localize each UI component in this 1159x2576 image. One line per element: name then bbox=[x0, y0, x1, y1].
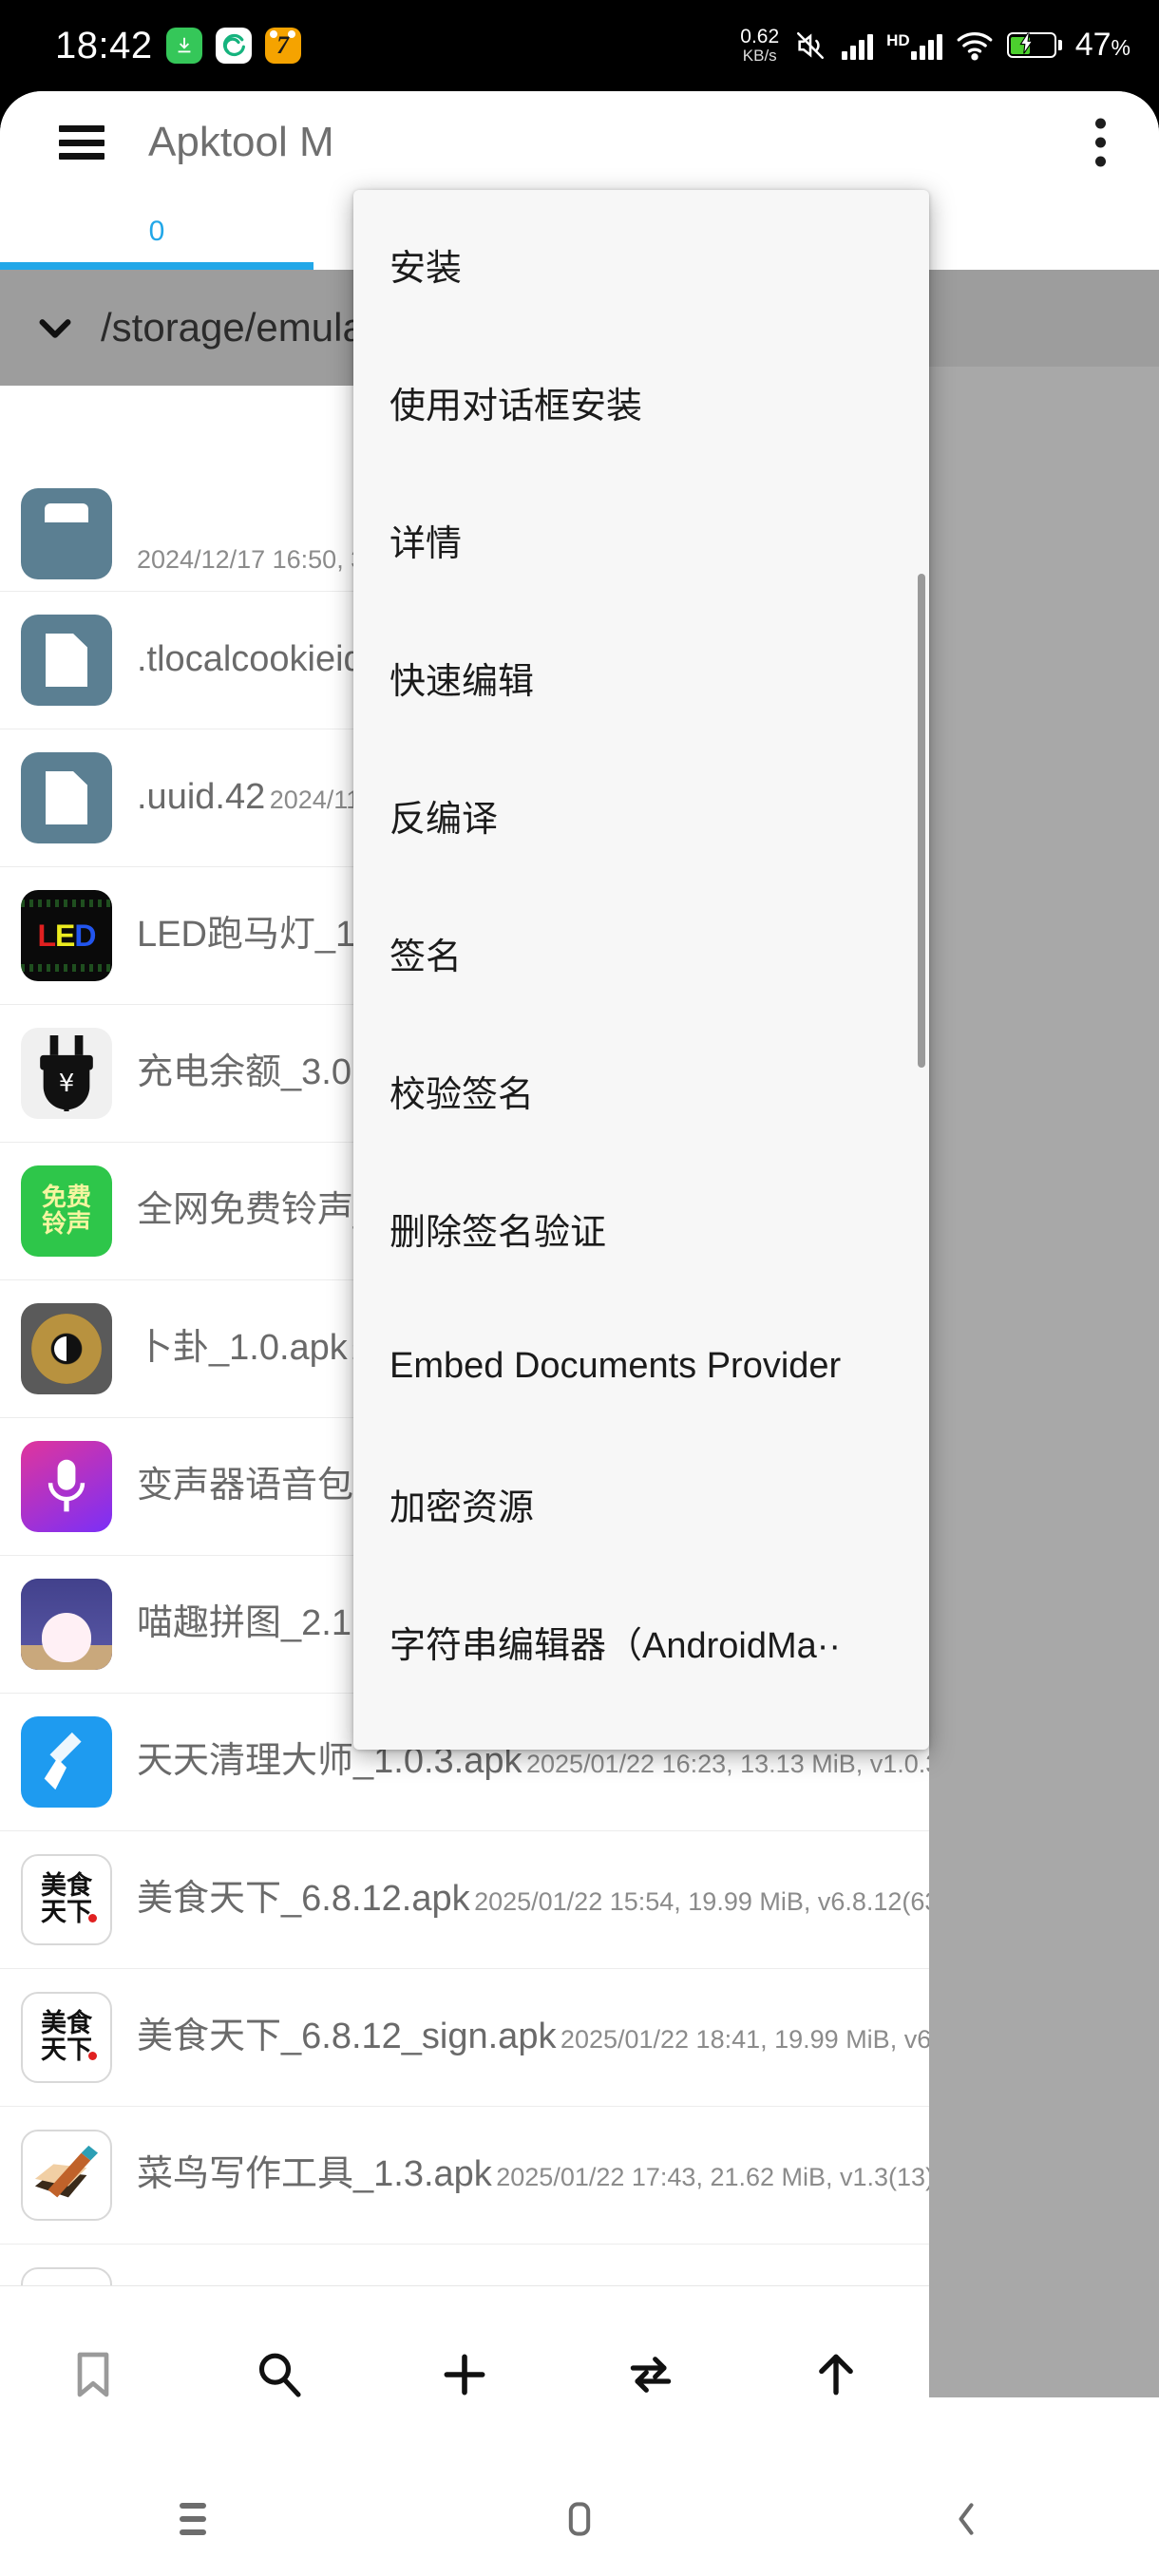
add-icon[interactable] bbox=[371, 2348, 558, 2401]
back-icon[interactable] bbox=[772, 2498, 1159, 2540]
menu-item-embed-documents-provider[interactable]: Embed Documents Provider bbox=[353, 1297, 929, 1435]
hamburger-icon[interactable] bbox=[59, 125, 104, 160]
system-nav-bar bbox=[0, 2462, 1159, 2576]
tab-0[interactable]: 0 bbox=[0, 216, 314, 248]
menu-scrollbar[interactable] bbox=[918, 574, 925, 1068]
context-menu[interactable]: 安装 使用对话框安装 详情 快速编辑 反编译 签名 校验签名 删除签名验证 Em… bbox=[353, 190, 929, 1750]
network-speed-value: 0.62 bbox=[740, 26, 780, 48]
menu-item-remove-sign-verify[interactable]: 删除签名验证 bbox=[353, 1160, 929, 1297]
folder-icon bbox=[21, 488, 112, 579]
menu-item-quick-edit[interactable]: 快速编辑 bbox=[353, 609, 929, 747]
network-speed-unit: KB/s bbox=[742, 47, 777, 66]
home-icon[interactable] bbox=[387, 2498, 773, 2540]
overflow-menu-icon[interactable] bbox=[1095, 118, 1106, 167]
file-name: 卜卦_1.0.apk bbox=[137, 1328, 348, 1369]
search-icon[interactable] bbox=[186, 2348, 372, 2401]
list-item-meta: 美食天下_6.8.12_sign.apk 2025/01/22 18:41, 1… bbox=[137, 2016, 1062, 2059]
phone-screen: 18:42 7 0.62 KB/s HD 47% Apktool M 0 /st… bbox=[0, 0, 1159, 2576]
file-icon bbox=[21, 615, 112, 706]
transfer-icon[interactable] bbox=[558, 2348, 744, 2401]
dim-scrim[interactable] bbox=[929, 367, 1159, 2397]
file-icon bbox=[21, 752, 112, 843]
menu-item-string-editor[interactable]: 字符串编辑器（AndroidMa·· bbox=[353, 1573, 929, 1711]
signal-bars-2-icon bbox=[910, 31, 942, 60]
arrow-up-icon[interactable] bbox=[743, 2348, 929, 2401]
cat-eyes-icon bbox=[265, 30, 301, 38]
battery-tip bbox=[1057, 40, 1062, 51]
meishi-app-icon: 美食 天下 bbox=[21, 1854, 112, 1945]
file-name: 充电余额_3.0.2 bbox=[137, 1052, 382, 1093]
puzzle-cat-app-icon bbox=[21, 1579, 112, 1670]
file-name: 全网免费铃声_ bbox=[137, 1190, 374, 1231]
file-name: .tlocalcookieid bbox=[137, 639, 364, 680]
led-app-icon: LED bbox=[21, 890, 112, 981]
cleaner-app-icon bbox=[21, 1716, 112, 1808]
hd-label: HD bbox=[886, 30, 910, 49]
download-icon bbox=[165, 28, 202, 64]
menu-item-details[interactable]: 详情 bbox=[353, 471, 929, 609]
file-name: 变声器语音包大 bbox=[137, 1466, 390, 1506]
recents-icon[interactable] bbox=[0, 2503, 387, 2535]
file-name: 美食天下_6.8.12_sign.apk bbox=[137, 2017, 557, 2057]
plug-app-icon: ¥ bbox=[21, 1028, 112, 1119]
menu-item-verify-signature[interactable]: 校验签名 bbox=[353, 1022, 929, 1160]
file-sub: 2025/01/22 16:23, 13.13 MiB, v1.0.3(4) bbox=[525, 1750, 972, 1779]
status-bar: 18:42 7 0.62 KB/s HD 47% bbox=[0, 0, 1159, 91]
list-item-meta: 美食天下_6.8.12.apk 2025/01/22 15:54, 19.99 … bbox=[137, 1878, 976, 1922]
menu-item-sign[interactable]: 签名 bbox=[353, 884, 929, 1022]
menu-item-install-dialog[interactable]: 使用对话框安装 bbox=[353, 333, 929, 471]
file-name: 美食天下_6.8.12.apk bbox=[137, 1879, 470, 1920]
network-speed: 0.62 KB/s bbox=[740, 26, 780, 66]
status-clock: 18:42 bbox=[55, 24, 153, 66]
list-item-meta: 2024/12/17 16:50, 33 bbox=[137, 536, 379, 579]
mute-icon bbox=[792, 29, 828, 62]
swirl-icon bbox=[215, 28, 252, 64]
file-name: .uuid.42 bbox=[137, 777, 266, 818]
list-item-meta: 菜鸟写作工具_1.3.apk 2025/01/22 17:43, 21.62 M… bbox=[137, 2153, 934, 2197]
seven-app-icon: 7 bbox=[264, 28, 301, 64]
tab-indicator bbox=[0, 262, 314, 270]
app-bar: Apktool M bbox=[0, 91, 1159, 194]
meishi-app-icon: 美食 天下 bbox=[21, 1992, 112, 2083]
page-title: Apktool M bbox=[148, 119, 334, 165]
menu-item-install[interactable]: 安装 bbox=[353, 196, 929, 333]
svg-text:¥: ¥ bbox=[59, 1070, 75, 1098]
chevron-down-icon[interactable] bbox=[10, 306, 101, 350]
writing-tool-app-icon bbox=[21, 2130, 112, 2221]
file-name: LED跑马灯_1.4 bbox=[137, 915, 386, 956]
menu-item-decompile[interactable]: 反编译 bbox=[353, 747, 929, 884]
signal-bars-icon bbox=[842, 31, 874, 60]
file-sub: 2024/12/17 16:50, 33 bbox=[137, 545, 380, 575]
voice-changer-app-icon bbox=[21, 1441, 112, 1532]
bookmark-icon[interactable] bbox=[0, 2348, 186, 2401]
battery-body bbox=[1006, 31, 1056, 59]
bagua-app-icon bbox=[21, 1303, 112, 1394]
status-bar-left: 18:42 7 bbox=[55, 25, 301, 67]
ringtone-app-icon: 免费 铃声 bbox=[21, 1165, 112, 1257]
file-sub: 2025/01/22 17:43, 21.62 MiB, v1.3(13) bbox=[496, 2163, 935, 2192]
file-name: 喵趣拼图_2.1.0 bbox=[137, 1603, 382, 1644]
charging-bolt-icon bbox=[1017, 31, 1036, 58]
status-bar-right: 0.62 KB/s HD 47% bbox=[740, 26, 1130, 66]
file-name: 菜鸟写作工具_1.3.apk bbox=[137, 2154, 492, 2195]
battery-percent: 47% bbox=[1074, 27, 1130, 64]
battery-charging-icon bbox=[1006, 31, 1062, 59]
wifi-icon bbox=[956, 30, 994, 61]
app-window: Apktool M 0 /storage/emulated 目录 139, 文件… bbox=[0, 91, 1159, 2462]
file-sub: 2025/01/22 15:54, 19.99 MiB, v6.8.12(631… bbox=[474, 1887, 977, 1917]
bottom-toolbar bbox=[0, 2285, 929, 2462]
signal-bars-hd-icon: HD bbox=[886, 31, 942, 60]
menu-item-encrypt-resources[interactable]: 加密资源 bbox=[353, 1435, 929, 1573]
